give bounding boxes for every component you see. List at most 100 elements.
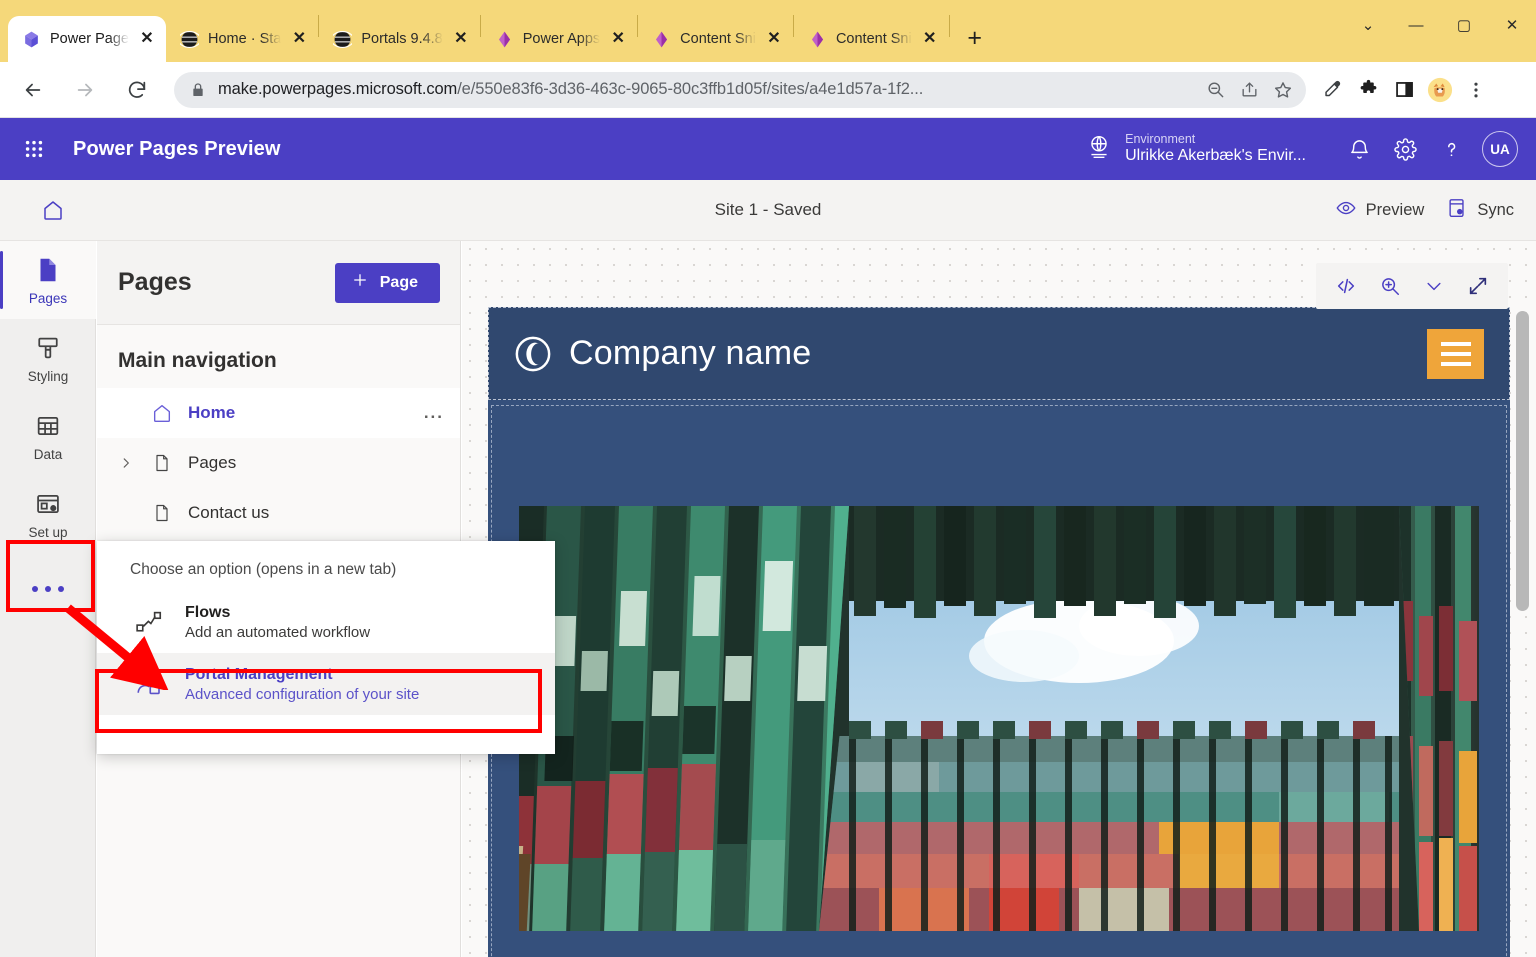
sidepanel-icon[interactable] [1386, 72, 1422, 108]
flyout-item-text: Portal Management Advanced configuration… [185, 664, 419, 705]
page-item-pages[interactable]: Pages [97, 438, 460, 488]
close-icon[interactable]: ✕ [290, 30, 308, 48]
hamburger-menu-icon[interactable] [1427, 328, 1484, 379]
back-icon[interactable] [14, 71, 52, 109]
app-launcher-icon[interactable] [19, 138, 49, 160]
tab-divider [948, 15, 950, 37]
setup-icon [34, 488, 62, 520]
url-path: /e/550e83f6-3d36-463c-9065-80c3ffb1d05f/… [457, 80, 924, 98]
sidebar-item-label: Set up [28, 525, 68, 540]
globe-dark-icon [180, 30, 199, 48]
browser-tab[interactable]: Portals 9.4.8 ✕ [319, 16, 479, 62]
zoom-in-icon[interactable] [1370, 266, 1410, 306]
canvas-scrollbar[interactable] [1516, 311, 1529, 611]
close-icon[interactable]: ✕ [765, 30, 783, 48]
extensions-area [1314, 72, 1494, 108]
window-close-icon[interactable]: ✕ [1488, 3, 1536, 47]
page-item-contact-us[interactable]: Contact us [97, 488, 460, 538]
environment-globe-icon [1086, 134, 1112, 165]
sidebar-item-setup[interactable]: Set up [0, 475, 96, 553]
browser-tab[interactable]: Home · Sta ✕ [166, 16, 318, 62]
app-header-actions: Environment Ulrikke Akerbæk's Envir... U… [1086, 126, 1536, 172]
flyout-item-title: Flows [185, 603, 231, 621]
share-icon[interactable] [1232, 73, 1266, 107]
tab-title: Power Page [50, 31, 129, 47]
environment-text: Environment Ulrikke Akerbæk's Envir... [1125, 132, 1306, 166]
flyout-item-flows[interactable]: Flows Add an automated workflow [97, 591, 555, 653]
chevron-right-icon[interactable] [116, 456, 136, 470]
browser-tab[interactable]: Content Sni ✕ [638, 16, 793, 62]
page-item-label: Home [188, 403, 236, 422]
hero-image [519, 506, 1479, 931]
lock-icon [193, 82, 203, 96]
shipping-containers-photo [519, 506, 1479, 931]
sidebar-item-label: Styling [27, 369, 69, 384]
site-header: Company name [488, 307, 1510, 400]
flyout-item-portal-management[interactable]: Portal Management Advanced configuration… [97, 653, 555, 715]
command-bar: Site 1 - Saved Preview Sync [0, 180, 1536, 241]
page-overflow-icon[interactable]: ... [424, 403, 444, 423]
add-page-button[interactable]: Page [334, 262, 440, 303]
new-tab-button[interactable]: + [960, 23, 990, 53]
site-preview-frame: Company name [488, 307, 1510, 957]
dog-avatar-icon[interactable] [1422, 72, 1458, 108]
tab-title: Content Sni [680, 31, 756, 47]
site-body [488, 400, 1510, 957]
sidebar-item-pages[interactable]: Pages [0, 241, 96, 319]
page-icon [33, 254, 63, 286]
panel-title: Pages [118, 268, 192, 296]
maximize-icon[interactable]: ▢ [1440, 3, 1488, 47]
browser-tab[interactable]: Power Apps ✕ [481, 16, 637, 62]
flow-icon [133, 607, 165, 637]
zoom-out-icon[interactable] [1198, 73, 1232, 107]
browser-toolbar: make.powerpages.microsoft.com/e/550e83f6… [0, 62, 1536, 118]
avatar[interactable]: UA [1482, 131, 1518, 167]
close-icon[interactable]: ✕ [921, 30, 939, 48]
code-brackets-icon[interactable] [1326, 266, 1366, 306]
browser-tab-strip: Power Page ✕ Home · Sta ✕ Portals 9.4.8 … [0, 0, 1536, 62]
file-icon [150, 503, 174, 523]
window-controls: ⌄ — ▢ ✕ [1344, 0, 1536, 50]
close-icon[interactable]: ✕ [609, 30, 627, 48]
gear-icon[interactable] [1382, 126, 1428, 172]
expand-arrows-icon[interactable] [1458, 266, 1498, 306]
close-icon[interactable]: ✕ [452, 30, 470, 48]
power-apps-icon [811, 31, 823, 47]
power-apps-icon [498, 31, 510, 47]
sidebar-item-label: Pages [28, 291, 68, 306]
table-icon [34, 410, 62, 442]
environment-name: Ulrikke Akerbæk's Envir... [1125, 146, 1306, 164]
sidebar-item-data[interactable]: Data [0, 397, 96, 475]
more-options-flyout: Choose an option (opens in a new tab) Fl… [97, 541, 555, 754]
address-bar[interactable]: make.powerpages.microsoft.com/e/550e83f6… [174, 71, 1306, 108]
forward-icon[interactable] [66, 71, 104, 109]
page-item-label: Contact us [188, 503, 270, 522]
left-rail: Pages Styling Data Set up [0, 241, 96, 957]
flyout-caption: Choose an option (opens in a new tab) [130, 561, 397, 578]
sidebar-item-styling[interactable]: Styling [0, 319, 96, 397]
environment-selector[interactable]: Environment Ulrikke Akerbæk's Envir... [1086, 132, 1306, 166]
minimize-icon[interactable]: — [1392, 3, 1440, 47]
question-icon[interactable] [1428, 126, 1474, 172]
page-item-home[interactable]: Home ... [97, 388, 460, 438]
menu-kebab-icon[interactable] [1458, 72, 1494, 108]
browser-tab[interactable]: Power Page ✕ [8, 16, 166, 62]
site-company-name: Company name [569, 334, 812, 372]
browser-tab[interactable]: Content Sni ✕ [794, 16, 949, 62]
file-icon [150, 453, 174, 473]
flyout-item-subtitle: Add an automated workflow [185, 623, 371, 641]
tab-title: Content Sni [835, 31, 912, 47]
chevron-down-icon[interactable] [1414, 266, 1454, 306]
puzzle-icon[interactable] [1350, 72, 1386, 108]
close-icon[interactable]: ✕ [138, 30, 156, 48]
tab-search-chevron-icon[interactable]: ⌄ [1344, 3, 1392, 47]
eyedropper-icon[interactable] [1314, 72, 1350, 108]
bell-icon[interactable] [1336, 126, 1382, 172]
sidebar-item-label: Data [33, 447, 63, 462]
star-icon[interactable] [1266, 73, 1300, 107]
rail-more-button[interactable] [0, 553, 96, 625]
flyout-item-title: Portal Management [185, 665, 333, 683]
url-domain: make.powerpages.microsoft.com [218, 80, 458, 98]
reload-icon[interactable] [118, 71, 156, 109]
power-apps-icon [656, 31, 668, 47]
